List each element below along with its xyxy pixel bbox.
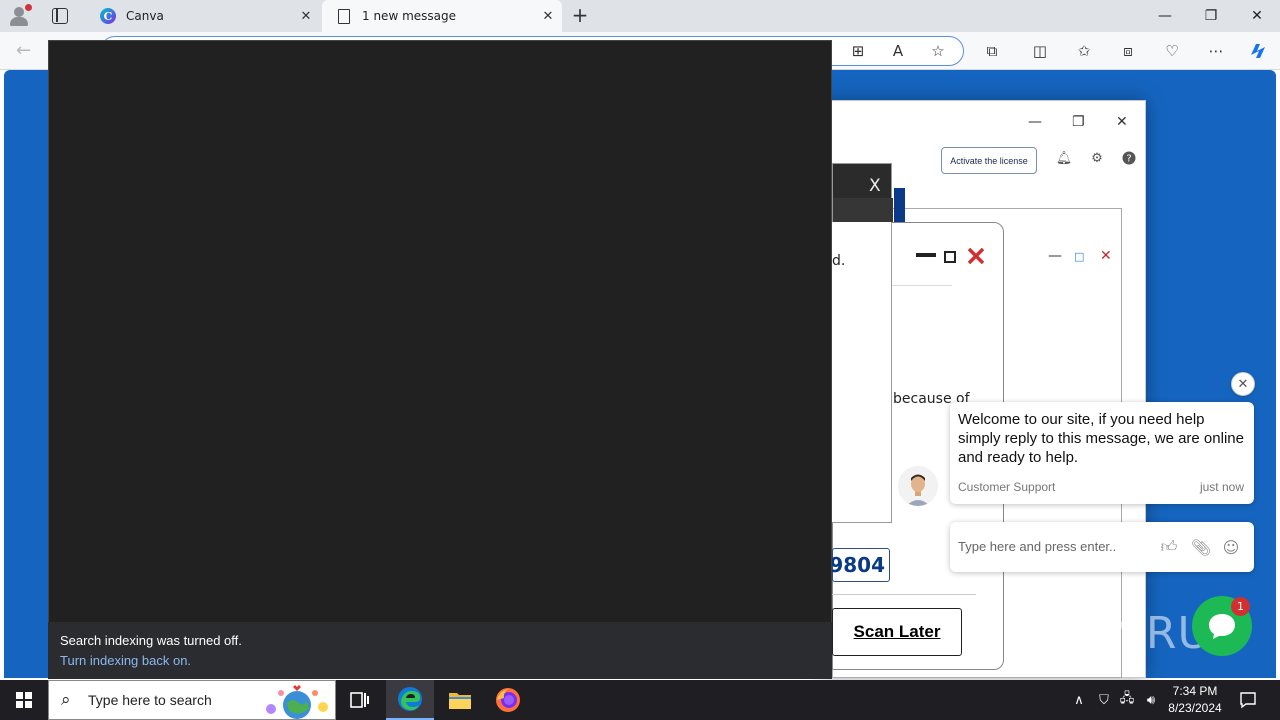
apps-icon[interactable]: ⊞ <box>846 40 870 62</box>
chat-sender: Customer Support <box>958 480 1056 494</box>
av-minimize-icon[interactable]: — <box>1028 114 1042 130</box>
popup-close-icon[interactable] <box>966 246 986 270</box>
tab-actions-icon[interactable] <box>52 8 68 24</box>
tab-title: 1 new message <box>362 9 456 23</box>
chat-message-text: Welcome to our site, if you need help si… <box>958 411 1244 466</box>
tab-title: Canva <box>126 9 164 23</box>
chat-input-placeholder[interactable]: Type here and press enter.. <box>958 539 1116 554</box>
chat-time: just now <box>1199 480 1244 494</box>
inner-minimize-icon[interactable]: — <box>1048 248 1062 264</box>
restore-button[interactable]: ❐ <box>1188 0 1234 32</box>
chat-bubble-icon <box>1209 614 1235 639</box>
browser-tab-bar: C Canva ✕ 1 new message ✕ + — ❐ ✕ <box>0 0 1280 32</box>
attachment-icon[interactable]: 📎︎ <box>1190 536 1212 558</box>
gear-icon[interactable]: ⚙ <box>1089 150 1105 166</box>
tab-close-icon[interactable]: ✕ <box>534 9 562 24</box>
network-icon[interactable]: 🖧︎ <box>1116 680 1138 720</box>
collections-icon[interactable]: ⧈ <box>1116 40 1140 62</box>
chat-input-box[interactable]: Type here and press enter.. 👍︎ 📎︎ ☺ <box>950 522 1254 572</box>
black-overlay-window <box>48 40 832 679</box>
header-strip <box>894 188 905 222</box>
tab-close-icon[interactable]: ✕ <box>292 9 320 24</box>
system-clock[interactable]: 7:34 PM 8/23/2024 <box>1160 683 1230 717</box>
clock-time: 7:34 PM <box>1172 684 1218 698</box>
search-highlight-icon <box>266 685 328 719</box>
chat-message-bubble: Welcome to our site, if you need help si… <box>950 402 1254 504</box>
inner-maximize-icon[interactable]: □ <box>1074 250 1084 263</box>
favorites-icon[interactable]: ✩ <box>1072 40 1096 62</box>
file-explorer-icon[interactable] <box>436 680 484 720</box>
canva-icon: C <box>100 8 116 24</box>
search-icon: ⌕ <box>61 690 71 710</box>
chat-close-icon[interactable]: ✕ <box>1231 372 1255 396</box>
dialog-header-band <box>833 198 893 222</box>
notification-center-icon[interactable] <box>1236 680 1260 720</box>
clock-date: 8/23/2024 <box>1168 701 1222 715</box>
tray-overflow-icon[interactable]: ∧ <box>1068 680 1090 720</box>
document-icon <box>336 8 352 24</box>
split-screen-icon[interactable]: ◫ <box>1028 40 1052 62</box>
dialog-close-button[interactable]: X <box>869 176 881 196</box>
chat-unread-badge: 1 <box>1231 597 1250 616</box>
edge-browser-icon[interactable] <box>386 680 434 720</box>
volume-icon[interactable]: 🔊︎ <box>1140 680 1162 720</box>
emoji-icon[interactable]: ☺ <box>1220 536 1242 558</box>
agent-avatar <box>898 466 938 506</box>
firefox-icon[interactable] <box>484 680 532 720</box>
av-close-icon[interactable]: ✕ <box>1116 114 1128 130</box>
tab-canva[interactable]: C Canva ✕ <box>86 0 320 32</box>
extensions-icon[interactable]: ⧉ <box>980 40 1004 62</box>
thumbs-up-icon[interactable]: 👍︎ <box>1158 536 1180 558</box>
copilot-icon[interactable] <box>1246 40 1270 62</box>
performance-icon[interactable]: ♡ <box>1160 40 1184 62</box>
tab-new-message[interactable]: 1 new message ✕ <box>322 0 562 32</box>
toast-message: Search indexing was turned off. <box>60 633 242 648</box>
popup-maximize-icon[interactable] <box>944 248 956 267</box>
bell-icon[interactable]: 🔔︎ <box>1056 150 1073 166</box>
av-restore-icon[interactable]: ❐ <box>1072 114 1085 130</box>
start-button[interactable] <box>0 680 48 720</box>
activate-license-button[interactable]: Activate the license <box>941 147 1037 174</box>
inner-close-icon[interactable]: ✕ <box>1100 248 1112 264</box>
notification-toast[interactable]: Search indexing was turned off. Turn ind… <box>48 622 832 679</box>
taskbar-search[interactable]: ⌕ Type here to search <box>48 680 336 720</box>
close-button[interactable]: ✕ <box>1234 0 1280 32</box>
scan-later-button[interactable]: Scan Later <box>832 608 962 656</box>
back-arrow-icon[interactable]: ← <box>16 40 40 62</box>
support-phone-code: 9804 <box>829 548 890 582</box>
windows-taskbar: ⌕ Type here to search ∧ ⛉ 🖧︎ 🔊︎ 7:34 PM … <box>0 680 1280 720</box>
more-options-icon[interactable]: ⋯ <box>1204 40 1228 62</box>
toast-link[interactable]: Turn indexing back on. <box>60 653 820 668</box>
minimize-button[interactable]: — <box>1142 0 1188 32</box>
popup-minimize-icon[interactable] <box>916 244 936 263</box>
new-tab-button[interactable]: + <box>568 4 592 28</box>
defender-icon[interactable]: ⛉ <box>1094 680 1114 720</box>
read-aloud-icon[interactable]: A <box>886 40 910 62</box>
taskbar-search-placeholder: Type here to search <box>88 692 212 708</box>
task-view-icon[interactable] <box>336 680 384 720</box>
favorite-star-icon[interactable]: ☆ <box>926 40 950 62</box>
windows-logo-icon <box>16 692 32 708</box>
text-fragment: d. <box>832 253 846 269</box>
divider <box>832 594 976 595</box>
profile-icon[interactable] <box>8 4 32 27</box>
help-icon[interactable]: ? <box>1121 150 1137 166</box>
svg-text:?: ? <box>1126 154 1131 165</box>
